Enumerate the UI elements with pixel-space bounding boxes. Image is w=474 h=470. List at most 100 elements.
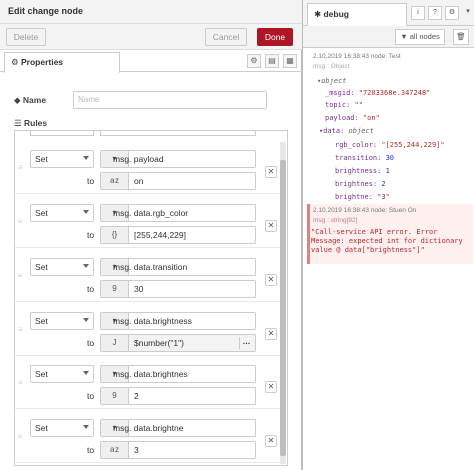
rule-property-input[interactable]: ▾ msg. data.brightnes: [100, 365, 256, 383]
rule-value-input[interactable]: a z on: [100, 172, 256, 190]
tab-debug[interactable]: ✱ debug: [307, 3, 407, 26]
to-label: to: [87, 338, 95, 348]
rule-value-input[interactable]: 92: [100, 387, 256, 405]
value-type-select[interactable]: 9: [101, 388, 129, 404]
msg1-meta: 2.10.2019 16:38:43 node: Test: [313, 53, 401, 60]
debug-sidebar: ✱ debug i ? ⚙ ▾ ▼ all nodes 🗑 2.10.2019 …: [302, 0, 474, 470]
tray-toolbar: Delete Cancel Done: [0, 24, 302, 50]
info-icon[interactable]: i: [411, 6, 425, 20]
to-label: to: [87, 284, 95, 294]
rule-row: ≡ Set ▾ msg. data.brightnes to 9 2 ✕: [14, 357, 280, 409]
gear-icon: ⚙: [11, 57, 21, 67]
drag-handle-icon[interactable]: ≡: [18, 378, 24, 387]
to-label: to: [87, 445, 95, 455]
description-icon[interactable]: ▤: [265, 54, 279, 68]
drag-handle-icon[interactable]: ≡: [18, 163, 24, 172]
rule-row: ≡ Set ▾ msg. data.brightne to a z 3 ✕: [14, 411, 280, 463]
msg1-type[interactable]: msg : Object: [313, 63, 349, 70]
filter-icon: ▼: [400, 32, 410, 41]
rule-action-select[interactable]: Set: [30, 419, 94, 437]
rule-action-select[interactable]: Set: [30, 150, 94, 168]
rule-property-input[interactable]: ▾ msg. data.rgb_color: [100, 204, 256, 222]
msg1-root[interactable]: ▾object: [317, 77, 347, 85]
drag-handle-icon[interactable]: ≡: [18, 325, 24, 334]
remove-rule-button[interactable]: ✕: [265, 328, 277, 340]
name-input[interactable]: Name: [73, 91, 267, 109]
to-label: to: [87, 176, 95, 186]
remove-rule-button[interactable]: ✕: [265, 166, 277, 178]
value-type-select[interactable]: a z: [101, 173, 129, 189]
caret-down-icon: [83, 264, 89, 268]
rule-value-input[interactable]: J $number("1")…: [100, 334, 256, 352]
config-icon[interactable]: ⚙: [445, 6, 459, 20]
clear-trash-icon[interactable]: 🗑: [453, 29, 469, 45]
done-button[interactable]: Done: [257, 28, 293, 46]
drag-handle-icon[interactable]: ≡: [18, 432, 24, 441]
edit-tray: Edit change node Delete Cancel Done ⚙ Pr…: [0, 0, 302, 470]
sidebar-tabs: ✱ debug i ? ⚙ ▾: [303, 0, 474, 26]
rule-row: ≡ Set ▾ msg. data.brightness to J $number("1")…: [14, 304, 280, 356]
to-label: to: [87, 391, 95, 401]
rules-scrollbar-thumb[interactable]: [280, 160, 286, 456]
name-label: ◆ Name: [14, 95, 47, 105]
drag-handle-icon[interactable]: ≡: [18, 217, 24, 226]
caret-down-icon: [83, 371, 89, 375]
value-type-select[interactable]: {}: [101, 227, 129, 243]
msg1-transition: transition: 30: [335, 154, 395, 162]
rule-property-input[interactable]: ▾ msg. data.brightness: [100, 312, 256, 330]
rule-action-select[interactable]: Set: [30, 258, 94, 276]
rule-property-input[interactable]: ▾ msg. data.transition: [100, 258, 256, 276]
drag-handle-icon[interactable]: ≡: [18, 271, 24, 280]
remove-rule-button[interactable]: ✕: [265, 274, 277, 286]
appearance-icon[interactable]: ▦: [283, 54, 297, 68]
tray-tabs: ⚙ Properties ⚙ ▤ ▦: [0, 50, 302, 73]
msg1-rgb: rgb_color: "[255,244,229]": [335, 141, 445, 149]
msg1-brightness: brightness: 1: [335, 167, 390, 175]
tab-properties[interactable]: ⚙ Properties: [4, 52, 120, 73]
settings-gear-icon[interactable]: ⚙: [247, 54, 261, 68]
help-icon[interactable]: ?: [428, 6, 442, 20]
filter-all-nodes-button[interactable]: ▼ all nodes: [395, 29, 445, 45]
value-type-select[interactable]: a z: [101, 442, 129, 458]
rule-action-select[interactable]: Set: [30, 312, 94, 330]
rule-row: ≡ Set ▾ msg. data.rgb_colorto {} [255,244,229…: [14, 196, 280, 248]
value-type-select[interactable]: 9: [101, 281, 129, 297]
rule-action-select[interactable]: Set: [30, 204, 94, 222]
rule-action-select[interactable]: Set: [30, 365, 94, 383]
rule-row: ≡ Set ▾ msg. data.transition to 9 30 ✕: [14, 250, 280, 302]
rule-property-input[interactable]: ▾ msg. data.brightne: [100, 419, 256, 437]
cancel-button[interactable]: Cancel: [205, 28, 247, 46]
msg2-meta: 2.10.2019 16:38:43 node: Stuen On: [313, 207, 417, 214]
remove-rule-button[interactable]: ✕: [265, 381, 277, 393]
msg1-brightne: brightne: "3": [335, 193, 390, 201]
rule-partial-input: [100, 130, 256, 136]
caret-down-icon: [83, 210, 89, 214]
tray-title: Edit change node: [0, 0, 302, 24]
chevron-down-icon[interactable]: ▾: [461, 6, 474, 20]
msg1-data[interactable]: ▾data: object: [319, 127, 374, 135]
rule-property-input[interactable]: ▾ msg. payload: [100, 150, 256, 168]
msg1-msgid: _msgid: "7203368e.347248": [325, 89, 431, 97]
caret-down-icon: [83, 156, 89, 160]
to-label: to: [87, 230, 95, 240]
debug-toolbar: ▼ all nodes 🗑: [303, 26, 474, 48]
remove-rule-button[interactable]: ✕: [265, 220, 277, 232]
rules-label: ☰ Rules: [14, 118, 48, 128]
msg1-payload: payload: "on": [325, 114, 380, 122]
rule-value-input[interactable]: a z3: [100, 441, 256, 459]
tag-icon: ◆: [14, 95, 23, 105]
remove-rule-button[interactable]: ✕: [265, 435, 277, 447]
msg2-text: "Call-service API error. Error Message: …: [311, 228, 463, 254]
value-type-select[interactable]: J: [101, 335, 129, 351]
list-icon: ☰: [14, 118, 24, 128]
msg2-type[interactable]: msg : string[92]: [313, 217, 357, 224]
expression-editor-button[interactable]: …: [239, 337, 253, 349]
delete-button[interactable]: Delete: [6, 28, 46, 46]
rule-row: ≡ Set ▾ msg. payload to a z on ✕: [14, 142, 280, 194]
rule-value-input[interactable]: 9 30: [100, 280, 256, 298]
msg1-brightnes: brightnes: 2: [335, 180, 386, 188]
caret-down-icon: [83, 318, 89, 322]
caret-down-icon: [83, 425, 89, 429]
rule-value-input[interactable]: {} [255,244,229]: [100, 226, 256, 244]
msg1-topic: topic: "": [325, 101, 363, 109]
